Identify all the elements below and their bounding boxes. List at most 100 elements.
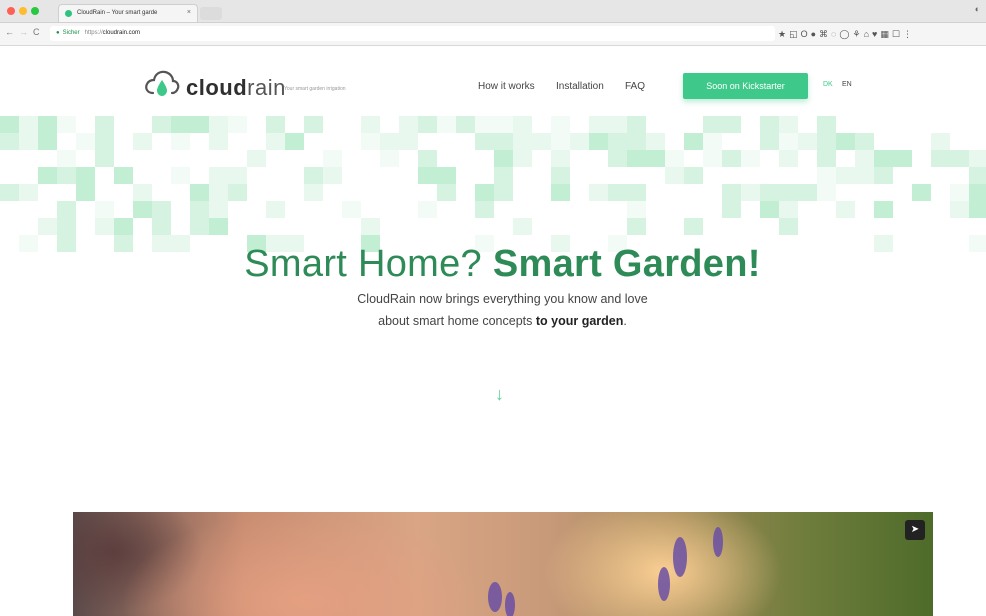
- pixel-tile: [969, 150, 986, 167]
- pixel-tile: [779, 150, 798, 167]
- favicon-icon: [65, 10, 72, 17]
- back-arrow-icon[interactable]: ←: [5, 27, 14, 37]
- pixel-tile: [152, 201, 171, 218]
- pixel-tile: [0, 184, 19, 201]
- browser-toolbar: ← → C ● Sicher https://cloudrain.com ★◱O●⌘…: [0, 23, 986, 46]
- nav-how-it-works[interactable]: How it works: [478, 81, 535, 92]
- cloud-drop-logo-icon[interactable]: [144, 68, 180, 100]
- pixel-tile: [57, 201, 76, 218]
- maximize-window-button[interactable]: [31, 7, 39, 15]
- pixel-tile: [551, 150, 570, 167]
- pixel-tile: [722, 184, 741, 201]
- minimize-window-button[interactable]: [19, 7, 27, 15]
- forward-arrow-icon[interactable]: →: [19, 27, 28, 37]
- pixel-tile: [969, 184, 986, 201]
- extension-icon[interactable]: ☐: [892, 28, 903, 40]
- extension-icon[interactable]: O: [801, 28, 811, 40]
- pixel-tile: [703, 116, 722, 133]
- pixel-tile: [418, 150, 437, 167]
- pixel-tile: [418, 116, 437, 133]
- pixel-tile: [133, 184, 152, 201]
- profile-icon[interactable]: ◐: [975, 4, 980, 14]
- extension-icon[interactable]: ♥: [872, 28, 880, 40]
- nav-installation[interactable]: Installation: [556, 81, 604, 92]
- pixel-tile: [836, 167, 855, 184]
- pixel-tile: [589, 133, 608, 150]
- pixel-tile: [684, 167, 703, 184]
- extension-icon[interactable]: ⌘: [819, 28, 831, 40]
- extension-icon[interactable]: ⌂: [864, 28, 872, 40]
- pixel-tile: [247, 150, 266, 167]
- logo-wordmark-light: rain: [247, 75, 286, 100]
- tab-close-icon[interactable]: ×: [187, 5, 191, 21]
- pixel-tile: [779, 116, 798, 133]
- pixel-tile: [893, 150, 912, 167]
- pixel-tile: [437, 167, 456, 184]
- nav-faq[interactable]: FAQ: [625, 81, 645, 92]
- pixel-tile: [475, 116, 494, 133]
- pixel-tile: [684, 133, 703, 150]
- extension-icon[interactable]: ◌: [831, 28, 839, 40]
- extension-icon[interactable]: ★: [778, 28, 789, 40]
- pixel-tile: [57, 167, 76, 184]
- pixel-tile: [76, 133, 95, 150]
- pixel-tile: [95, 150, 114, 167]
- extension-icon[interactable]: ▦: [880, 28, 892, 40]
- new-tab-button[interactable]: [200, 7, 222, 20]
- pixel-tile: [266, 133, 285, 150]
- pixel-tile: [304, 167, 323, 184]
- extension-icon[interactable]: ⋮: [903, 28, 915, 40]
- pixel-pattern-banner: [0, 116, 986, 252]
- pixel-tile: [608, 184, 627, 201]
- pixel-tile: [760, 184, 779, 201]
- language-dk-link[interactable]: DK: [823, 81, 833, 88]
- pixel-tile: [95, 133, 114, 150]
- hero-photo: ➤: [73, 512, 933, 616]
- hero-title-bold: Smart Garden!: [492, 243, 761, 286]
- pixel-tile: [57, 218, 76, 235]
- share-icon[interactable]: ➤: [905, 520, 925, 540]
- pixel-tile: [551, 167, 570, 184]
- pixel-tile: [475, 184, 494, 201]
- scroll-down-arrow-icon[interactable]: ↓: [495, 384, 504, 405]
- pixel-tile: [0, 116, 19, 133]
- extension-icon[interactable]: ◱: [789, 28, 801, 40]
- pixel-tile: [152, 116, 171, 133]
- pixel-tile: [76, 167, 95, 184]
- pixel-tile: [817, 184, 836, 201]
- pixel-tile: [950, 201, 969, 218]
- pixel-tile: [380, 133, 399, 150]
- pixel-tile: [494, 167, 513, 184]
- pixel-tile: [304, 184, 323, 201]
- pixel-tile: [38, 218, 57, 235]
- close-window-button[interactable]: [7, 7, 15, 15]
- pixel-tile: [722, 116, 741, 133]
- pixel-tile: [494, 184, 513, 201]
- browser-tab[interactable]: CloudRain – Your smart garde ×: [58, 4, 198, 22]
- pixel-tile: [760, 201, 779, 218]
- pixel-tile: [57, 150, 76, 167]
- pixel-tile: [95, 218, 114, 235]
- pixel-tile: [741, 184, 760, 201]
- pixel-tile: [190, 201, 209, 218]
- pixel-tile: [228, 184, 247, 201]
- language-en-link[interactable]: EN: [842, 81, 852, 88]
- url-scheme: https://: [84, 30, 103, 36]
- hero-subtitle-line1: CloudRain now brings everything you know…: [357, 292, 648, 306]
- extension-icon[interactable]: ◯: [839, 28, 852, 40]
- pixel-tile: [703, 133, 722, 150]
- logo-wordmark-bold: cloud: [186, 75, 248, 100]
- extension-icon[interactable]: ⚘: [852, 28, 863, 40]
- address-bar[interactable]: ● Sicher https://cloudrain.com: [50, 26, 775, 41]
- extension-icon[interactable]: ●: [811, 28, 819, 40]
- kickstarter-button[interactable]: Soon on Kickstarter: [683, 73, 808, 99]
- tagline: Your smart garden irrigation: [284, 86, 346, 92]
- pixel-tile: [171, 133, 190, 150]
- reload-icon[interactable]: C: [33, 27, 40, 37]
- logo-wordmark[interactable]: cloudrain: [186, 75, 286, 101]
- lavender-flower: [673, 537, 687, 577]
- pixel-tile: [817, 116, 836, 133]
- pixel-tile: [190, 116, 209, 133]
- pixel-tile: [874, 150, 893, 167]
- pixel-tile: [38, 167, 57, 184]
